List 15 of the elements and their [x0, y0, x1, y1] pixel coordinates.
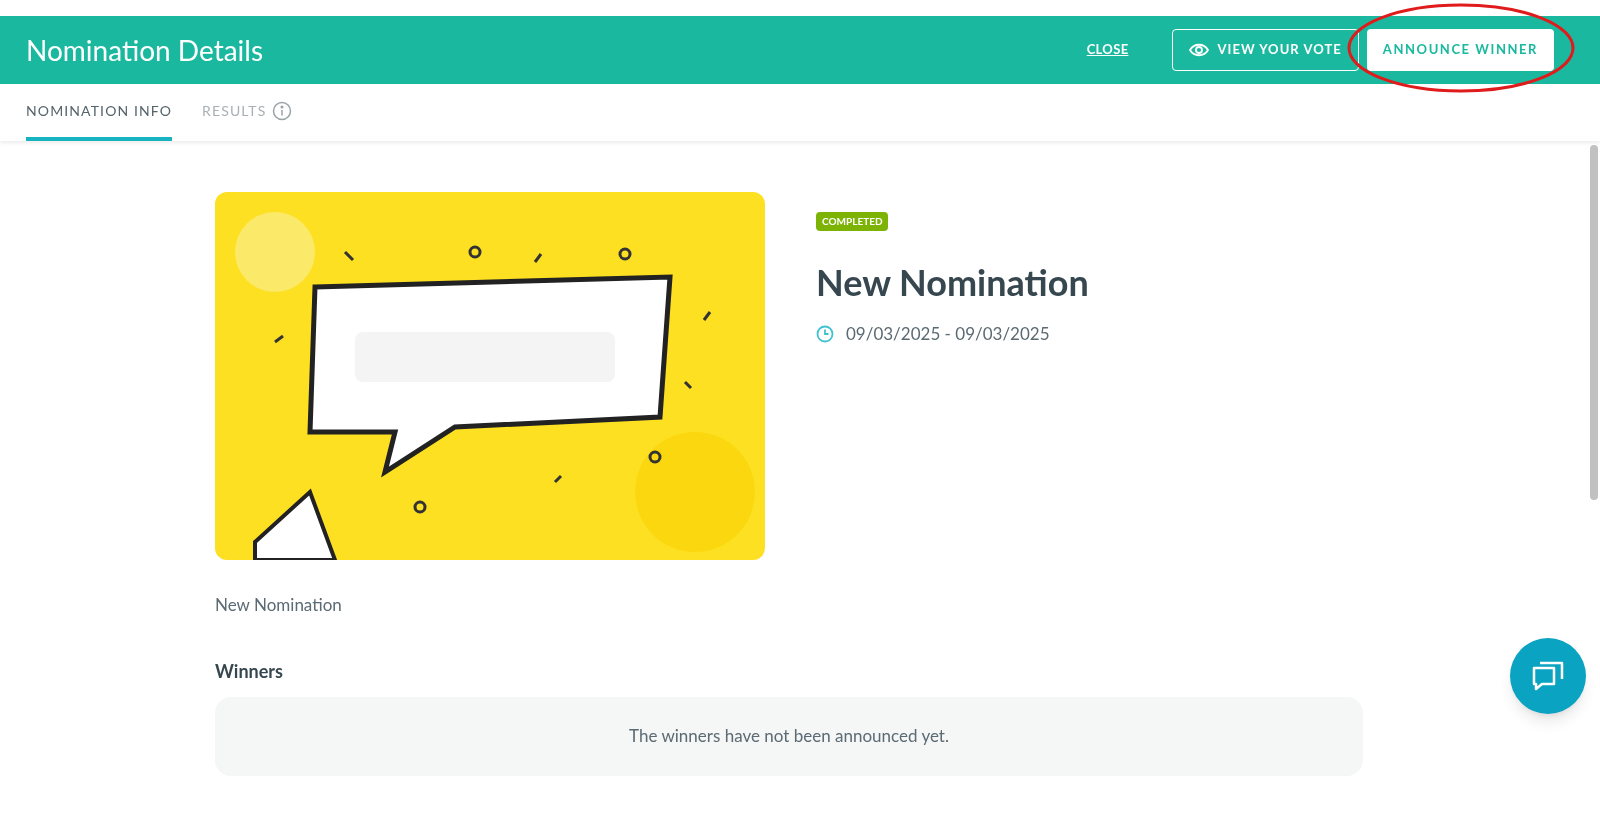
status-badge: COMPLETED: [816, 212, 889, 231]
winners-message: The winners have not been announced yet.: [629, 724, 949, 749]
clock-icon: [816, 324, 834, 343]
eye-icon: [1189, 43, 1210, 57]
tab[interactable]: NOMINATION INFO: [26, 84, 173, 141]
nomination-title: New Nomination: [816, 259, 1089, 306]
chat-button[interactable]: [1510, 638, 1586, 714]
view-vote-button[interactable]: VIEW YOUR VOTE: [1172, 29, 1359, 71]
date-range: 09/03/2025 - 09/03/2025: [846, 322, 1050, 346]
close-link[interactable]: CLOSE: [1086, 40, 1129, 60]
page-title: Nomination Details: [26, 32, 265, 69]
winners-heading: Winners: [215, 658, 284, 684]
tab[interactable]: RESULTS: [202, 84, 293, 141]
description: New Nomination: [215, 593, 343, 617]
announce-winner-button[interactable]: ANNOUNCE WINNER: [1366, 29, 1554, 71]
